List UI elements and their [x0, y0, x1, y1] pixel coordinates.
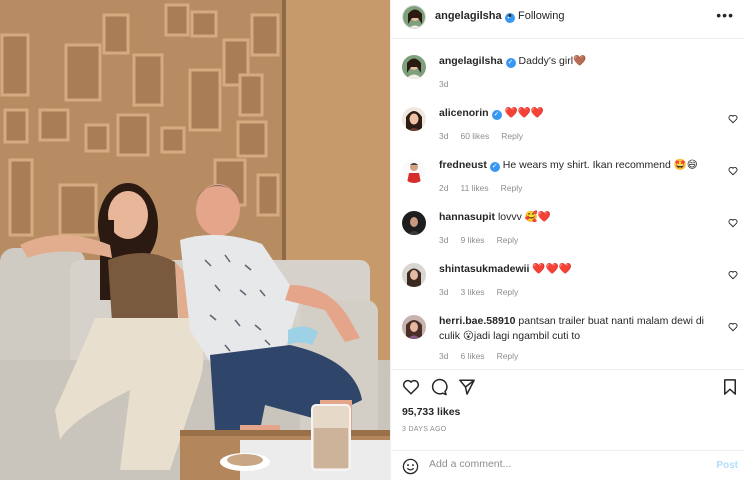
reply-button[interactable]: Reply [497, 287, 519, 297]
separator-dot: • [508, 10, 512, 22]
like-count[interactable]: 95,733 likes [402, 406, 460, 418]
caption-avatar[interactable] [402, 55, 426, 79]
caption-time: 3d [439, 79, 449, 89]
comment-input[interactable] [429, 458, 699, 470]
commenter-avatar[interactable] [402, 107, 426, 131]
commenter-username[interactable]: alicenorin [439, 107, 489, 119]
comment-time: 3d [439, 351, 449, 361]
share-icon[interactable] [458, 378, 476, 396]
comment-meta: 2d 11 likes Reply [439, 183, 534, 193]
commenter-avatar[interactable] [402, 315, 426, 339]
comment-heart-icon[interactable] [728, 218, 738, 228]
comment-heart-icon[interactable] [728, 114, 738, 124]
reply-button[interactable]: Reply [497, 351, 519, 361]
comment-heart-icon[interactable] [728, 166, 738, 176]
following-button[interactable]: Following [518, 10, 564, 22]
comment-icon[interactable] [430, 378, 448, 396]
add-comment-bar: Post [391, 450, 745, 480]
comment-meta: 3d 6 likes Reply [439, 351, 530, 361]
comment-body: lovvv 🥰❤️ [497, 211, 551, 223]
commenter-avatar[interactable] [402, 263, 426, 287]
author-avatar[interactable] [402, 5, 426, 29]
comment-time: 3d [439, 235, 449, 245]
emoji-icon[interactable] [402, 458, 419, 475]
reply-button[interactable]: Reply [497, 235, 519, 245]
comment-time: 2d [439, 183, 449, 193]
comment-meta: 3d 3 likes Reply [439, 287, 530, 297]
instagram-post: angelagilsha ✓ • Following ••• angelagils… [0, 0, 745, 480]
verified-icon: ✓ [505, 58, 516, 68]
comment-body: ❤️❤️❤️ [532, 263, 572, 275]
commenter-username[interactable]: hannasupit [439, 211, 495, 223]
commenter-username[interactable]: herri.bae.58910 [439, 315, 515, 327]
comment-likes[interactable]: 9 likes [460, 235, 484, 245]
comment-likes[interactable]: 60 likes [460, 131, 489, 141]
comment-body: ❤️❤️❤️ [504, 107, 544, 119]
comment-meta: 3d 9 likes Reply [439, 235, 530, 245]
caption-text: angelagilsha ✓ Daddy's girl🤎 [439, 54, 724, 69]
post-photo-illustration [0, 0, 390, 480]
comment-meta: 3d 60 likes Reply [439, 131, 535, 141]
reply-button[interactable]: Reply [501, 131, 523, 141]
caption-username[interactable]: angelagilsha [439, 55, 503, 67]
comment-text: shintasukmadewii ❤️❤️❤️ [439, 262, 724, 277]
comment-heart-icon[interactable] [728, 322, 738, 332]
comment-likes[interactable]: 3 likes [460, 287, 484, 297]
comment-heart-icon[interactable] [728, 270, 738, 280]
author-username[interactable]: angelagilsha ✓ [435, 10, 515, 23]
bookmark-icon[interactable] [721, 378, 739, 396]
commenter-username[interactable]: fredneust [439, 159, 487, 171]
more-icon[interactable]: ••• [716, 7, 734, 23]
comment-likes[interactable]: 11 likes [460, 183, 488, 193]
caption-meta: 3d [439, 79, 460, 89]
comment-text: hannasupit lovvv 🥰❤️ [439, 210, 724, 225]
comment-likes[interactable]: 6 likes [460, 351, 484, 361]
commenter-username[interactable]: shintasukmadewii [439, 263, 529, 275]
caption-body: Daddy's girl🤎 [518, 55, 587, 67]
comment-text: herri.bae.58910 pantsan trailer buat nan… [439, 314, 724, 344]
comment-text: alicenorin ✓ ❤️❤️❤️ [439, 106, 724, 121]
comment-body: He wears my shirt. Ikan recommend 🤩😄 [502, 159, 698, 171]
post-photo[interactable] [0, 0, 390, 480]
comment-text: fredneust ✓ He wears my shirt. Ikan recom… [439, 158, 724, 173]
heart-icon[interactable] [402, 378, 420, 396]
verified-icon: ✓ [491, 110, 502, 120]
post-header: angelagilsha ✓ • Following ••• [391, 0, 745, 39]
reply-button[interactable]: Reply [501, 183, 523, 193]
comment-time: 3d [439, 287, 449, 297]
post-time: 3 DAYS AGO [402, 426, 447, 433]
verified-icon: ✓ [489, 162, 500, 172]
comment-time: 3d [439, 131, 449, 141]
commenter-avatar[interactable] [402, 211, 426, 235]
post-comment-button[interactable]: Post [716, 460, 738, 471]
post-sidebar: angelagilsha ✓ • Following ••• angelagils… [390, 0, 745, 480]
commenter-avatar[interactable] [402, 159, 426, 183]
